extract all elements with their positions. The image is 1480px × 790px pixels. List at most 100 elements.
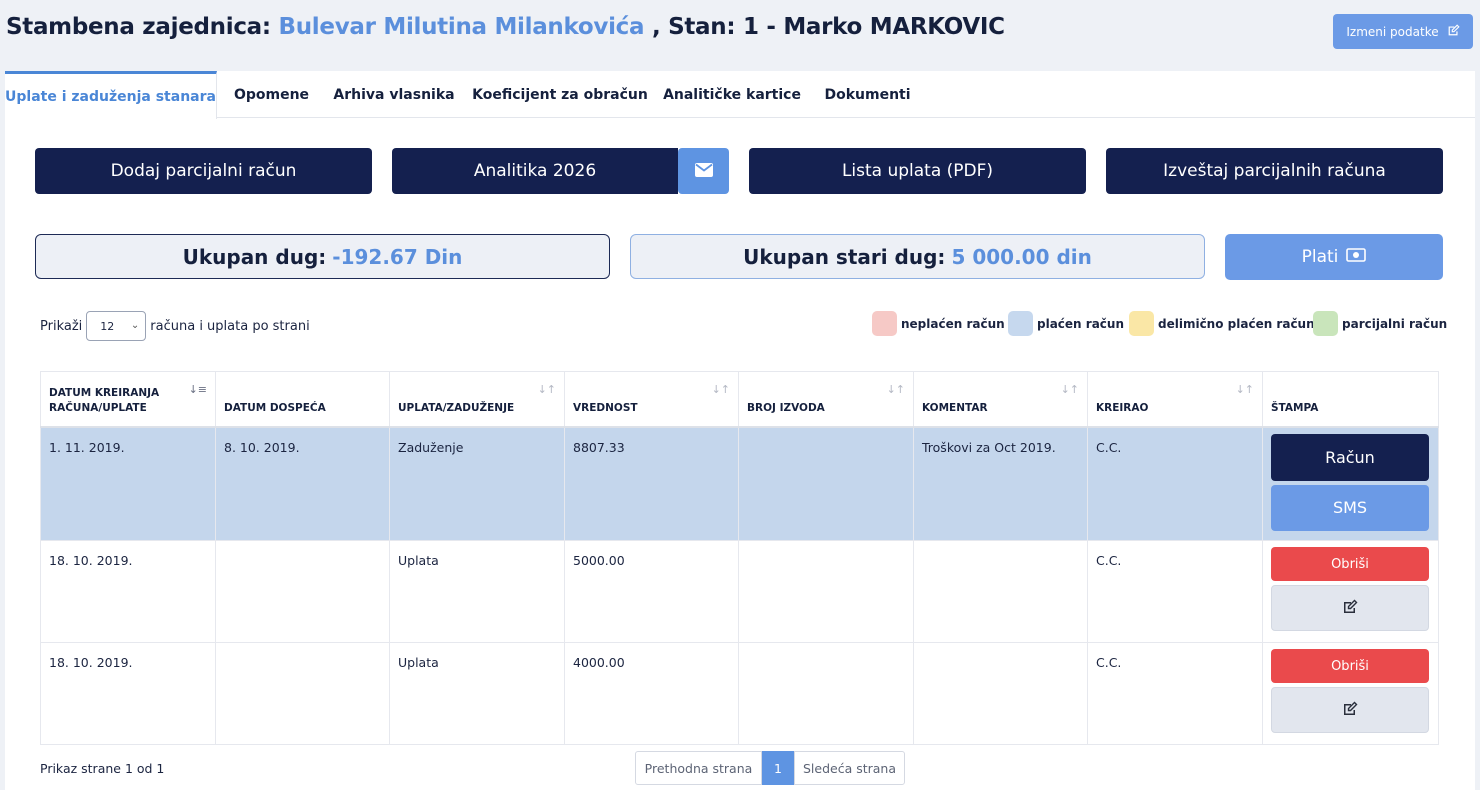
pagination-page-1[interactable]: 1 [762,751,794,785]
cell-amount: 8807.33 [564,426,739,541]
cell-created: 18. 10. 2019. [40,540,216,643]
pagination-prev-button[interactable]: Prethodna strana [635,751,762,785]
chevron-down-icon: ⌄ [130,320,140,331]
sort-icon[interactable]: ↓↑ [1236,382,1254,397]
cell-type: Zaduženje [389,426,565,541]
page-size-control: Prikaži 12 ⌄ računa i uplata po strani [40,311,310,341]
total-debt-value: -192.67 Din [332,244,463,269]
cell-created: 1. 11. 2019. [40,426,216,541]
pagination: Prethodna strana 1 Sledeća strana [635,751,905,785]
payments-list-pdf-button[interactable]: Lista uplata (PDF) [749,148,1086,194]
community-name[interactable]: Bulevar Milutina Milankovića [279,14,645,40]
legend-partially-paid: delimično plaćen račun [1129,311,1315,336]
column-header-type[interactable]: UPLATA/ZADUŽENJE ↓↑ [389,371,565,428]
table-row[interactable]: 18. 10. 2019. Uplata 5000.00 C.C. Obriši [40,540,1439,643]
legend-swatch-partial [1313,311,1338,336]
column-header-print: ŠTAMPA [1262,371,1439,428]
old-debt-label: Ukupan stari dug: [743,244,946,269]
send-email-button[interactable] [678,148,729,194]
legend-label-partially-paid: delimično plaćen račun [1158,316,1315,331]
edit-details-label: Izmeni podatke [1346,24,1439,39]
tab-reminders[interactable]: Opomene [223,71,320,118]
column-header-statement-label: BROJ IZVODA [747,401,825,414]
tab-bar: Uplate i zaduženja stanara Opomene Arhiv… [5,71,1475,119]
total-debt-box: Ukupan dug: -192.67 Din [35,234,610,279]
pay-button[interactable]: Plati [1225,234,1443,280]
column-header-statement[interactable]: BROJ IZVODA ↓↑ [738,371,914,428]
cell-type: Uplata [389,642,565,745]
tab-owner-archive[interactable]: Arhiva vlasnika [333,71,454,118]
sort-icon[interactable]: ↓↑ [1061,382,1079,397]
edit-row-button[interactable] [1271,585,1429,631]
old-debt-box: Ukupan stari dug: 5 000.00 din [630,234,1205,279]
page-size-prefix: Prikaži [40,318,83,334]
page-size-suffix: računa i uplata po strani [150,318,310,334]
legend-partial: parcijalni račun [1313,311,1447,336]
page-size-value: 12 [100,319,115,333]
legend-swatch-partially-paid [1129,311,1154,336]
cell-statement [738,642,914,745]
cell-comment: Troškovi za Oct 2019. [913,426,1088,541]
page-size-select[interactable]: 12 ⌄ [86,311,147,341]
print-invoice-button[interactable]: Račun [1271,433,1429,481]
table-header-row: DATUM KREIRANJA RAČUNA/UPLATE ↓≡ DATUM D… [40,371,1439,428]
cell-due [215,540,390,643]
cell-comment [913,540,1088,643]
pagination-next-button[interactable]: Sledeća strana [794,751,905,785]
cell-print: Obriši [1262,642,1439,745]
cell-statement [738,426,914,541]
column-header-author-label: KREIRAO [1096,401,1149,414]
cell-amount: 4000.00 [564,642,739,745]
pay-label: Plati [1301,247,1339,267]
envelope-icon [694,162,713,181]
money-icon [1346,247,1367,267]
tab-coefficient[interactable]: Koeficijent za obračun [472,71,648,118]
apartment-info: , Stan: 1 - Marko MARKOVIC [651,14,1005,40]
legend-label-unpaid: neplaćen račun [901,316,1005,331]
tab-analytic-cards[interactable]: Analitičke kartice [663,71,801,118]
column-header-author[interactable]: KREIRAO ↓↑ [1087,371,1263,428]
cell-comment [913,642,1088,745]
column-header-due[interactable]: DATUM DOSPEĆA [215,371,390,428]
delete-button[interactable]: Obriši [1271,547,1429,581]
legend-swatch-paid [1008,311,1033,336]
column-header-comment-label: KOMENTAR [922,401,988,414]
cell-type: Uplata [389,540,565,643]
sort-icon[interactable]: ↓↑ [538,382,556,397]
edit-icon [1342,701,1358,720]
cell-print: Račun SMS [1262,426,1439,541]
edit-details-button[interactable]: Izmeni podatke [1333,14,1473,49]
sort-icon[interactable]: ↓↑ [712,382,730,397]
tab-documents[interactable]: Dokumenti [820,71,915,118]
edit-row-button[interactable] [1271,687,1429,733]
legend-paid: plaćen račun [1008,311,1124,336]
delete-button[interactable]: Obriši [1271,649,1429,683]
table-row[interactable]: 18. 10. 2019. Uplata 4000.00 C.C. Obriši [40,642,1439,745]
cell-created: 18. 10. 2019. [40,642,216,745]
cell-amount: 5000.00 [564,540,739,643]
cell-author: C.C. [1087,540,1263,643]
old-debt-value: 5 000.00 din [951,244,1092,269]
send-sms-button[interactable]: SMS [1271,484,1429,531]
column-header-amount-label: VREDNOST [573,401,638,414]
edit-icon [1447,23,1460,40]
sort-icon[interactable]: ↓↑ [887,382,905,397]
edit-icon [1342,599,1358,618]
column-header-created[interactable]: DATUM KREIRANJA RAČUNA/UPLATE ↓≡ [40,371,216,428]
total-debt-label: Ukupan dug: [182,244,327,269]
table-row[interactable]: 1. 11. 2019. 8. 10. 2019. Zaduženje 8807… [40,426,1439,541]
tab-payments-charges[interactable]: Uplate i zaduženja stanara [5,71,217,119]
sort-desc-icon[interactable]: ↓≡ [189,382,207,397]
add-partial-invoice-button[interactable]: Dodaj parcijalni račun [35,148,372,194]
analytics-button[interactable]: Analitika 2026 [392,148,678,194]
cell-author: C.C. [1087,642,1263,745]
legend-label-paid: plaćen račun [1037,316,1124,331]
legend-swatch-unpaid [872,311,897,336]
transactions-table: DATUM KREIRANJA RAČUNA/UPLATE ↓≡ DATUM D… [40,371,1439,745]
column-header-amount[interactable]: VREDNOST ↓↑ [564,371,739,428]
cell-statement [738,540,914,643]
column-header-comment[interactable]: KOMENTAR ↓↑ [913,371,1088,428]
pagination-info: Prikaz strane 1 od 1 [40,761,165,776]
partial-report-button[interactable]: Izveštaj parcijalnih računa [1106,148,1443,194]
page-title: Stambena zajednica: Bulevar Milutina Mil… [6,14,1005,40]
